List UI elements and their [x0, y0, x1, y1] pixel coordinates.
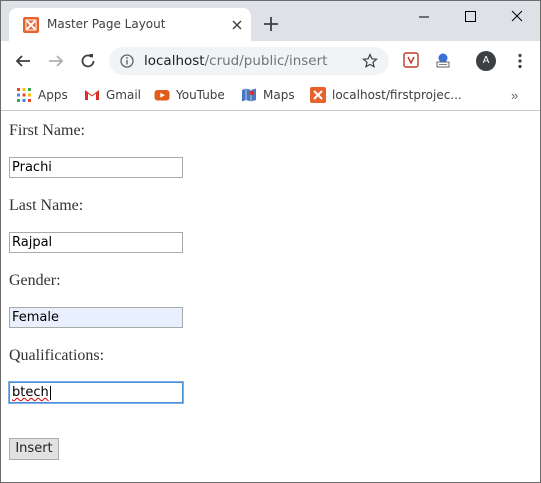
tab-close-icon[interactable] [229, 17, 245, 33]
bookmarks-more-chevron-icon[interactable]: » [511, 88, 518, 103]
qualifications-input[interactable]: btech [8, 381, 184, 404]
tab-master-page-layout[interactable]: Master Page Layout [9, 8, 251, 41]
gender-label: Gender: [9, 272, 61, 289]
text-caret [49, 385, 51, 400]
qualifications-label: Qualifications: [9, 347, 105, 364]
menu-dots-icon[interactable] [513, 53, 527, 69]
xampp-icon [310, 87, 326, 103]
bookmark-label: YouTube [176, 88, 225, 102]
profile-avatar[interactable]: A [476, 51, 496, 71]
back-arrow-icon[interactable] [14, 52, 32, 70]
bookmark-star-icon[interactable] [362, 53, 378, 69]
youtube-icon [154, 87, 170, 103]
minimize-icon[interactable] [401, 1, 447, 31]
bookmark-youtube[interactable]: YouTube [154, 86, 225, 104]
xampp-favicon-icon [23, 17, 39, 33]
insert-button[interactable]: Insert [9, 438, 59, 460]
gmail-icon [84, 87, 100, 103]
bookmark-apps[interactable]: Apps [16, 86, 68, 104]
extension-shield-icon[interactable] [402, 51, 420, 69]
browser-toolbar: localhost/crud/public/insert A [1, 41, 540, 79]
last-name-label: Last Name: [9, 197, 84, 214]
apps-grid-icon [16, 87, 32, 103]
bookmark-label: localhost/firstprojec... [332, 88, 462, 102]
window-close-icon[interactable] [494, 1, 540, 31]
url-text: localhost/crud/public/insert [144, 53, 327, 69]
maximize-icon[interactable] [447, 1, 493, 31]
maps-icon [241, 87, 257, 103]
bookmark-localhost-firstproject[interactable]: localhost/firstprojec... [310, 86, 462, 104]
first-name-label: First Name: [9, 122, 85, 139]
url-path: /crud/public/insert [204, 53, 328, 69]
tab-title: Master Page Layout [47, 17, 166, 31]
first-name-input[interactable]: Prachi [9, 157, 183, 178]
tab-strip: Master Page Layout [1, 1, 540, 41]
extension-lock-icon[interactable] [434, 51, 452, 69]
address-bar[interactable]: localhost/crud/public/insert [109, 47, 389, 75]
gender-input[interactable]: Female [9, 307, 183, 328]
page-content: First Name: Prachi Last Name: Rajpal Gen… [1, 112, 540, 482]
last-name-input[interactable]: Rajpal [9, 232, 183, 253]
info-icon[interactable] [120, 54, 134, 68]
browser-window: Master Page Layout localhost/crud/public… [0, 0, 541, 483]
bookmark-maps[interactable]: Maps [241, 86, 295, 104]
forward-arrow-icon[interactable] [47, 52, 65, 70]
bookmark-label: Apps [38, 88, 68, 102]
bookmark-label: Maps [263, 88, 295, 102]
new-tab-plus-icon[interactable] [263, 16, 279, 32]
bookmark-gmail[interactable]: Gmail [84, 86, 141, 104]
bookmark-label: Gmail [106, 88, 142, 102]
url-host: localhost [144, 53, 205, 69]
reload-icon[interactable] [79, 52, 97, 70]
qualifications-value: btech [12, 385, 49, 400]
bookmarks-bar: Apps Gmail YouTube Maps localhost/firstp… [1, 79, 540, 111]
